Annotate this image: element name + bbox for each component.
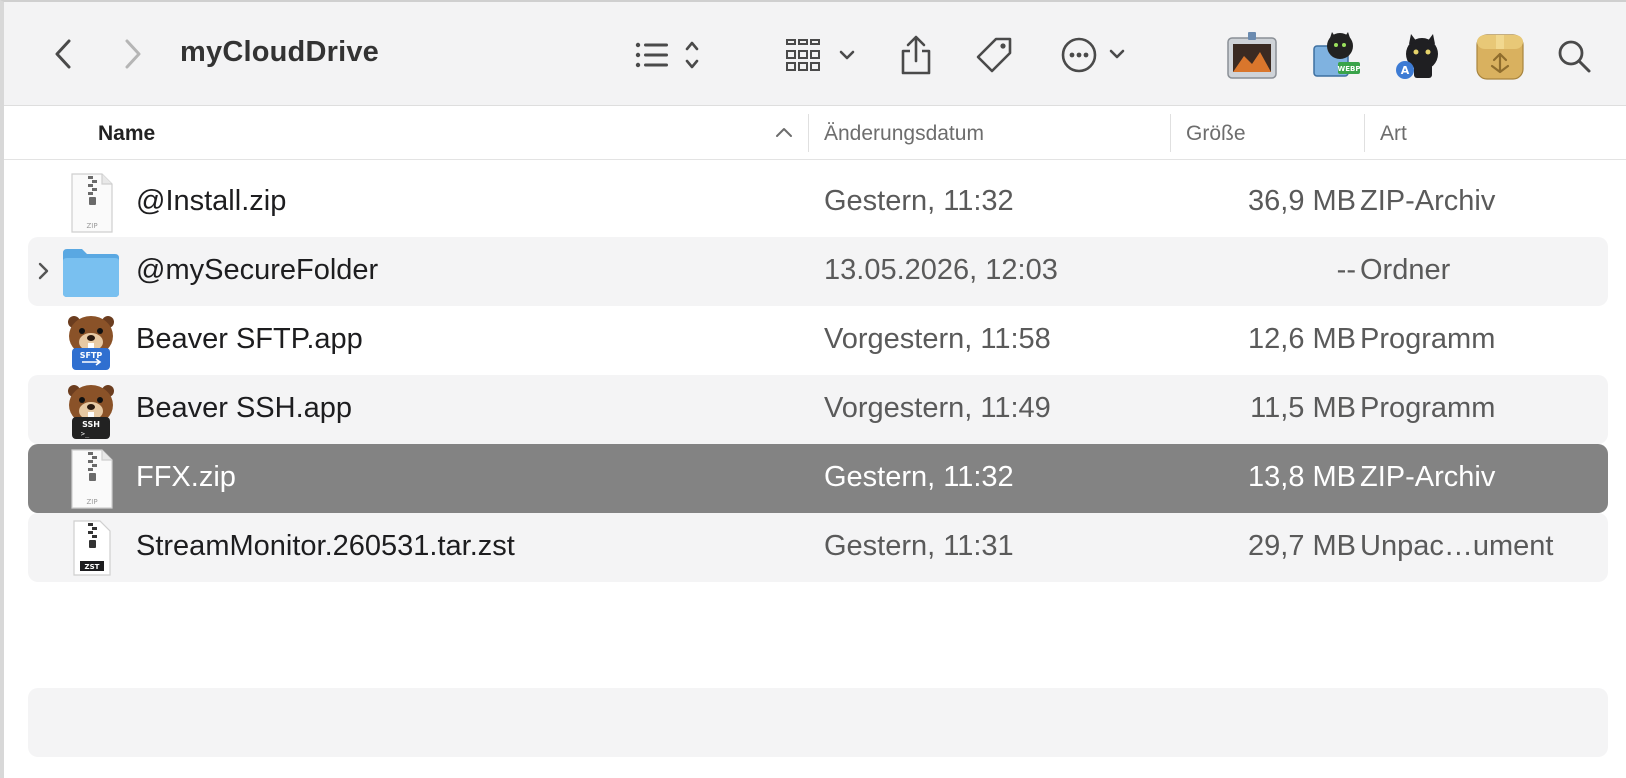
- file-kind: Unpac…ument: [1360, 530, 1554, 562]
- file-kind: Programm: [1360, 323, 1496, 355]
- column-divider[interactable]: [1364, 114, 1365, 152]
- column-size[interactable]: Größe: [1186, 122, 1246, 146]
- window-title: myCloudDrive: [180, 36, 379, 68]
- table-row[interactable]: @mySecureFolder 13.05.2026, 12:03 -- Ord…: [28, 237, 1608, 306]
- svg-text:>_: >_: [81, 430, 90, 438]
- file-kind: Programm: [1360, 392, 1496, 424]
- file-date: Vorgestern, 11:49: [824, 392, 1051, 424]
- table-row[interactable]: ZIP @Install.zip Gestern, 11:32 36,9 MB …: [28, 168, 1608, 237]
- svg-text:ZIP: ZIP: [86, 222, 97, 230]
- file-kind: ZIP-Archiv: [1360, 185, 1496, 217]
- sort-ascending-icon[interactable]: [774, 122, 794, 142]
- table-row[interactable]: SSH >_ Beaver SSH.app Vorgestern, 11:49 …: [28, 375, 1608, 444]
- chevron-right-icon[interactable]: [116, 34, 150, 74]
- file-kind: Ordner: [1360, 254, 1451, 286]
- cat-app-icon[interactable]: A: [1392, 30, 1444, 82]
- zip-file-icon: ZIP: [60, 448, 122, 510]
- preview-app-icon[interactable]: [1226, 30, 1278, 82]
- webp-converter-app-icon[interactable]: WEBP: [1310, 30, 1362, 82]
- file-date: Gestern, 11:31: [824, 530, 1014, 562]
- list-view-icon[interactable]: [632, 36, 712, 74]
- file-date: 13.05.2026, 12:03: [824, 254, 1058, 286]
- file-name: StreamMonitor.260531.tar.zst: [136, 530, 515, 562]
- empty-row: [28, 688, 1608, 757]
- svg-text:A: A: [1401, 64, 1410, 77]
- svg-text:SSH: SSH: [82, 420, 100, 429]
- file-size: --: [1336, 254, 1356, 286]
- toolbar: myCloudDrive WEBP A: [4, 2, 1626, 106]
- file-size: 12,6 MB: [1248, 323, 1356, 355]
- ellipsis-circle-icon[interactable]: [1058, 34, 1140, 76]
- svg-text:ZIP: ZIP: [86, 498, 97, 506]
- svg-text:ZST: ZST: [85, 563, 100, 571]
- file-name: @mySecureFolder: [136, 254, 379, 286]
- beaver-ssh-app-icon: SSH >_: [60, 379, 122, 441]
- archive-utility-app-icon[interactable]: [1474, 30, 1526, 82]
- file-kind: ZIP-Archiv: [1360, 461, 1496, 493]
- table-row[interactable]: SFTP Beaver SFTP.app Vorgestern, 11:58 1…: [28, 306, 1608, 375]
- file-date: Vorgestern, 11:58: [824, 323, 1051, 355]
- chevron-left-icon[interactable]: [46, 34, 80, 74]
- file-date: Gestern, 11:32: [824, 461, 1014, 493]
- file-size: 13,8 MB: [1248, 461, 1356, 493]
- column-divider[interactable]: [1170, 114, 1171, 152]
- table-row-selected[interactable]: ZIP FFX.zip Gestern, 11:32 13,8 MB ZIP-A…: [28, 444, 1608, 513]
- share-icon[interactable]: [896, 32, 936, 78]
- beaver-sftp-app-icon: SFTP: [60, 310, 122, 372]
- file-name: Beaver SSH.app: [136, 392, 353, 424]
- file-name: FFX.zip: [136, 461, 236, 493]
- file-size: 36,9 MB: [1248, 185, 1356, 217]
- file-name: Beaver SFTP.app: [136, 323, 363, 355]
- column-kind[interactable]: Art: [1380, 122, 1407, 146]
- file-date: Gestern, 11:32: [824, 185, 1014, 217]
- file-size: 11,5 MB: [1250, 392, 1356, 424]
- table-row[interactable]: ZST StreamMonitor.260531.tar.zst Gestern…: [28, 513, 1608, 582]
- svg-text:SFTP: SFTP: [80, 351, 103, 360]
- search-icon[interactable]: [1554, 36, 1594, 76]
- tag-icon[interactable]: [972, 34, 1016, 76]
- zip-file-icon: ZIP: [60, 172, 122, 234]
- folder-icon: [60, 241, 122, 303]
- disclosure-chevron-icon[interactable]: [34, 260, 52, 282]
- file-size: 29,7 MB: [1248, 530, 1356, 562]
- column-divider[interactable]: [808, 114, 809, 152]
- finder-window: myCloudDrive WEBP A Name Änderungsdatum …: [0, 0, 1626, 778]
- svg-text:WEBP: WEBP: [1338, 65, 1361, 73]
- column-date[interactable]: Änderungsdatum: [824, 122, 984, 146]
- grid-view-icon[interactable]: [784, 36, 860, 74]
- column-header: Name Änderungsdatum Größe Art: [4, 106, 1626, 160]
- column-name[interactable]: Name: [98, 122, 155, 146]
- file-name: @Install.zip: [136, 185, 287, 217]
- zst-file-icon: ZST: [60, 517, 122, 579]
